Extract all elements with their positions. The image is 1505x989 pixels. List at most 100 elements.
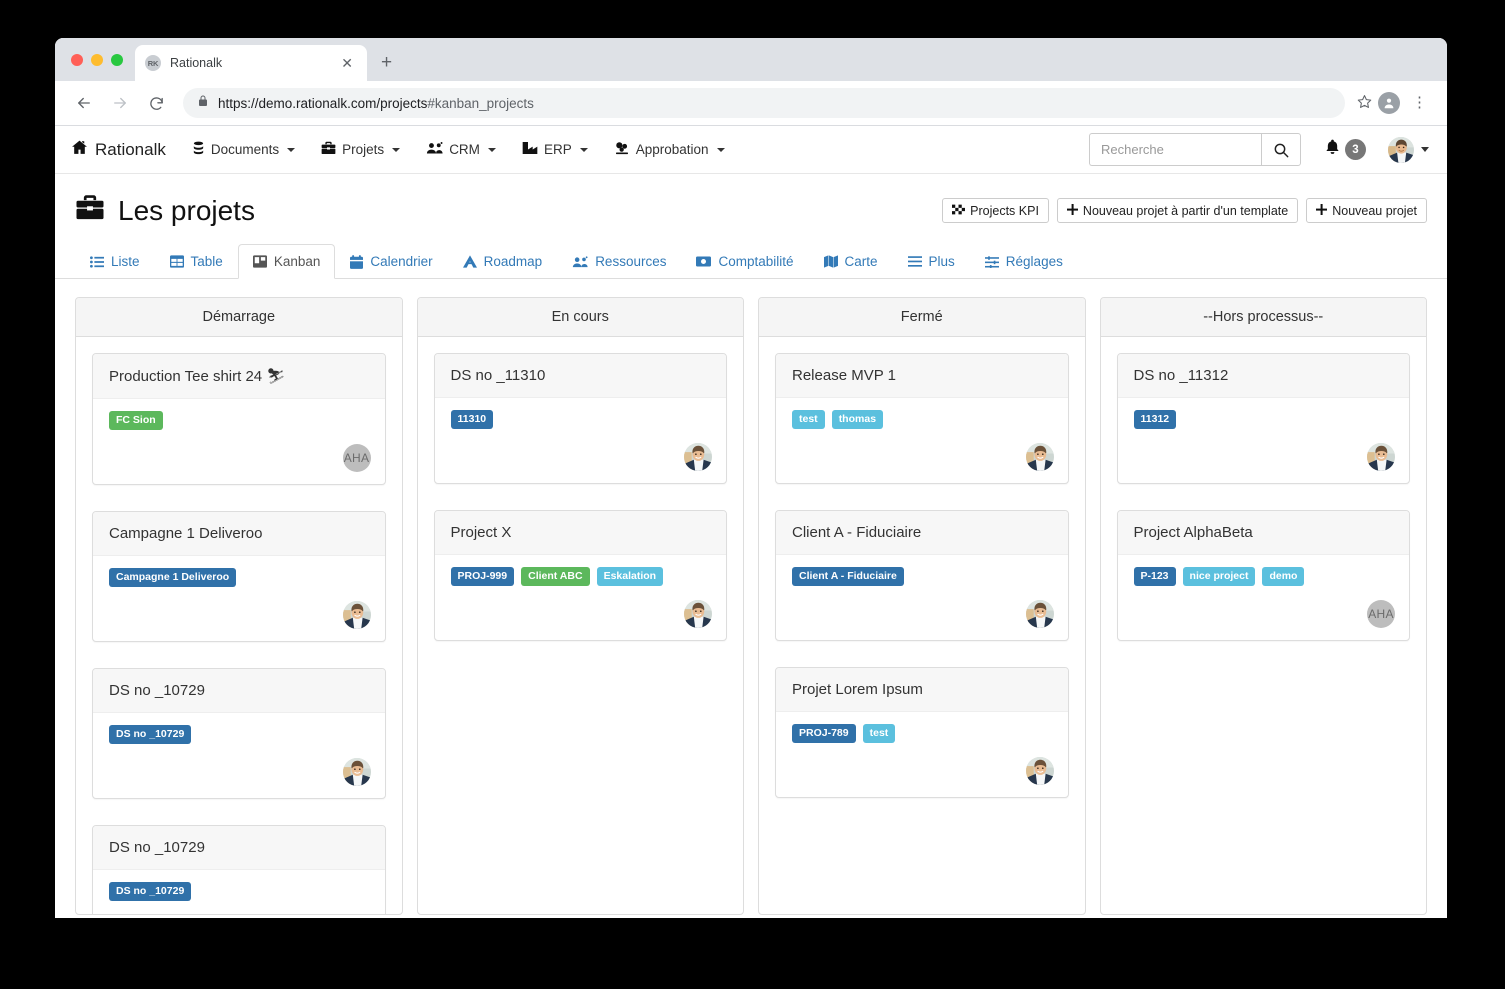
kanban-column-body[interactable]: DS no _11310 11310 Project X PROJ-999 Clien…	[418, 337, 744, 914]
avatar[interactable]	[684, 443, 712, 471]
kanban-card-body: P-123 nice project demo AHA	[1118, 555, 1410, 640]
nav-item-documents[interactable]: Documents	[192, 141, 296, 158]
browser-menu-icon[interactable]: ⋮	[1406, 95, 1433, 110]
kanban-card-label[interactable]: FC Sion	[109, 411, 163, 430]
tab-label: Carte	[844, 254, 878, 269]
bars-icon	[907, 256, 922, 267]
kanban-card-body: FC Sion AHA	[93, 399, 385, 484]
kanban-card-label[interactable]: Eskalation	[596, 567, 664, 586]
avatar[interactable]	[342, 601, 371, 629]
close-window-button[interactable]	[71, 53, 83, 66]
bookmark-star-icon[interactable]	[1357, 94, 1372, 113]
kanban-card-body: Campagne 1 Deliveroo	[93, 556, 385, 641]
kanban-card[interactable]: DS no _10729 DS no _10729	[92, 825, 386, 914]
kanban-card-label[interactable]: PROJ-999	[450, 567, 515, 586]
nav-item-erp[interactable]: ERP	[522, 141, 588, 158]
new-tab-button[interactable]: +	[367, 45, 406, 81]
tab-calendrier[interactable]: Calendrier	[335, 244, 447, 279]
kanban-card[interactable]: DS no _11312 11312	[1116, 353, 1410, 484]
back-icon[interactable]	[69, 88, 99, 118]
avatar[interactable]	[1025, 600, 1054, 628]
kanban-card-label[interactable]: 11312	[1133, 410, 1177, 429]
tab-label: Liste	[111, 254, 140, 269]
kanban-card[interactable]: DS no _10729 DS no _10729	[92, 668, 386, 799]
notifications[interactable]: 3	[1325, 139, 1366, 160]
kanban-card-label[interactable]: P-123	[1133, 567, 1176, 586]
kanban-card[interactable]: Project AlphaBeta P-123 nice project demo AH…	[1116, 510, 1410, 641]
new-project-from-template-button[interactable]: Nouveau projet à partir d'un template	[1056, 198, 1299, 223]
tab-label: Ressources	[595, 254, 667, 269]
kanban-card-label[interactable]: thomas	[831, 410, 884, 429]
forward-icon[interactable]	[105, 88, 135, 118]
avatar[interactable]	[684, 600, 712, 628]
address-bar[interactable]: https://demo.rationalk.com/projects#kanb…	[183, 88, 1345, 118]
avatar[interactable]	[1367, 443, 1395, 471]
maximize-window-button[interactable]	[111, 53, 123, 66]
kanban-card-label[interactable]: nice project	[1182, 567, 1256, 586]
avatar[interactable]	[342, 758, 371, 786]
briefcase-icon	[75, 194, 105, 228]
nav-item-crm[interactable]: CRM	[426, 141, 496, 158]
avatar[interactable]	[1025, 757, 1054, 785]
tab-plus[interactable]: Plus	[893, 244, 970, 279]
kanban-card-label[interactable]: test	[792, 410, 825, 429]
navbar-menu: Documents Projets CRM ERP Approbation	[192, 141, 1089, 158]
kanban-card-label[interactable]: demo	[1262, 567, 1305, 586]
chevron-down-icon	[716, 147, 725, 152]
kanban-column-body[interactable]: DS no _11312 11312 Project AlphaBeta P-123…	[1101, 337, 1427, 914]
kanban-card-label[interactable]: DS no _10729	[109, 882, 192, 901]
tab-comptabilite[interactable]: Comptabilité	[681, 244, 808, 279]
tab-ressources[interactable]: Ressources	[557, 244, 681, 279]
kanban-column-body[interactable]: Production Tee shirt 24 ⛷ FC Sion AHA Campa…	[76, 337, 402, 914]
avatar[interactable]	[1025, 443, 1054, 471]
browser-profile-icon[interactable]	[1378, 92, 1400, 114]
factory-icon	[522, 141, 538, 158]
projects-kpi-button[interactable]: Projects KPI	[942, 198, 1049, 223]
minimize-window-button[interactable]	[91, 53, 103, 66]
kanban-card-label[interactable]: DS no _10729	[109, 725, 192, 744]
users-icon	[426, 141, 443, 158]
kanban-card-title: Project AlphaBeta	[1117, 511, 1409, 555]
tab-carte[interactable]: Carte	[809, 244, 893, 279]
kanban-card[interactable]: Campagne 1 Deliveroo Campagne 1 Deliveroo	[92, 511, 386, 642]
nav-item-projets[interactable]: Projets	[321, 141, 401, 158]
kanban-card-label[interactable]: PROJ-789	[792, 724, 856, 743]
kanban-card-label[interactable]: Client A - Fiduciaire	[792, 567, 904, 586]
browser-tab[interactable]: RK Rationalk ✕	[135, 45, 367, 81]
kanban-card[interactable]: DS no _11310 11310	[433, 353, 727, 484]
search-input[interactable]	[1089, 133, 1261, 166]
kanban-card-labels: test thomas	[792, 410, 1052, 429]
search-button[interactable]	[1261, 133, 1301, 166]
avatar-initials[interactable]: AHA	[1367, 600, 1395, 628]
tab-liste[interactable]: Liste	[75, 244, 155, 279]
kanban-card-labels: Client A - Fiduciaire	[792, 567, 1052, 586]
url-text: https://demo.rationalk.com/projects#kanb…	[218, 96, 534, 111]
kanban-card[interactable]: Projet Lorem Ipsum PROJ-789 test	[775, 667, 1069, 798]
kanban-card-label[interactable]: 11310	[450, 410, 494, 429]
avatar-initials[interactable]: AHA	[342, 444, 371, 472]
kanban-card[interactable]: Client A - Fiduciaire Client A - Fiduciai…	[775, 510, 1069, 641]
kanban-card[interactable]: Project X PROJ-999 Client ABC Eskalation	[433, 510, 727, 641]
kanban-column-title: Démarrage	[76, 298, 402, 337]
tab-kanban[interactable]: Kanban	[237, 244, 336, 279]
kanban-card-title: Production Tee shirt 24 ⛷	[93, 354, 385, 399]
user-menu[interactable]	[1388, 136, 1429, 163]
kanban-card-label[interactable]: Campagne 1 Deliveroo	[109, 568, 237, 587]
close-icon[interactable]: ✕	[337, 54, 357, 72]
brand-link[interactable]: Rationalk	[71, 139, 166, 161]
nav-item-approbation[interactable]: Approbation	[614, 141, 725, 158]
kanban-card-label[interactable]: test	[862, 724, 896, 743]
tab-table[interactable]: Table	[155, 244, 238, 279]
reload-icon[interactable]	[141, 88, 171, 118]
kanban-column: En cours DS no _11310 11310 Project X PROJ-…	[416, 297, 744, 915]
kanban-card[interactable]: Release MVP 1 test thomas	[775, 353, 1069, 484]
kanban-card[interactable]: Production Tee shirt 24 ⛷ FC Sion AHA	[92, 353, 386, 485]
tab-roadmap[interactable]: Roadmap	[448, 244, 558, 279]
kanban-column-body[interactable]: Release MVP 1 test thomas Client A - Fiduc…	[759, 337, 1085, 914]
kanban-card-title: Projet Lorem Ipsum	[776, 668, 1068, 712]
kanban-card-label[interactable]: Client ABC	[521, 567, 590, 586]
favicon: RK	[145, 55, 161, 71]
new-project-button[interactable]: Nouveau projet	[1306, 198, 1427, 223]
kanban-card-title: DS no _11312	[1117, 354, 1409, 398]
tab-reglages[interactable]: Réglages	[970, 244, 1078, 279]
